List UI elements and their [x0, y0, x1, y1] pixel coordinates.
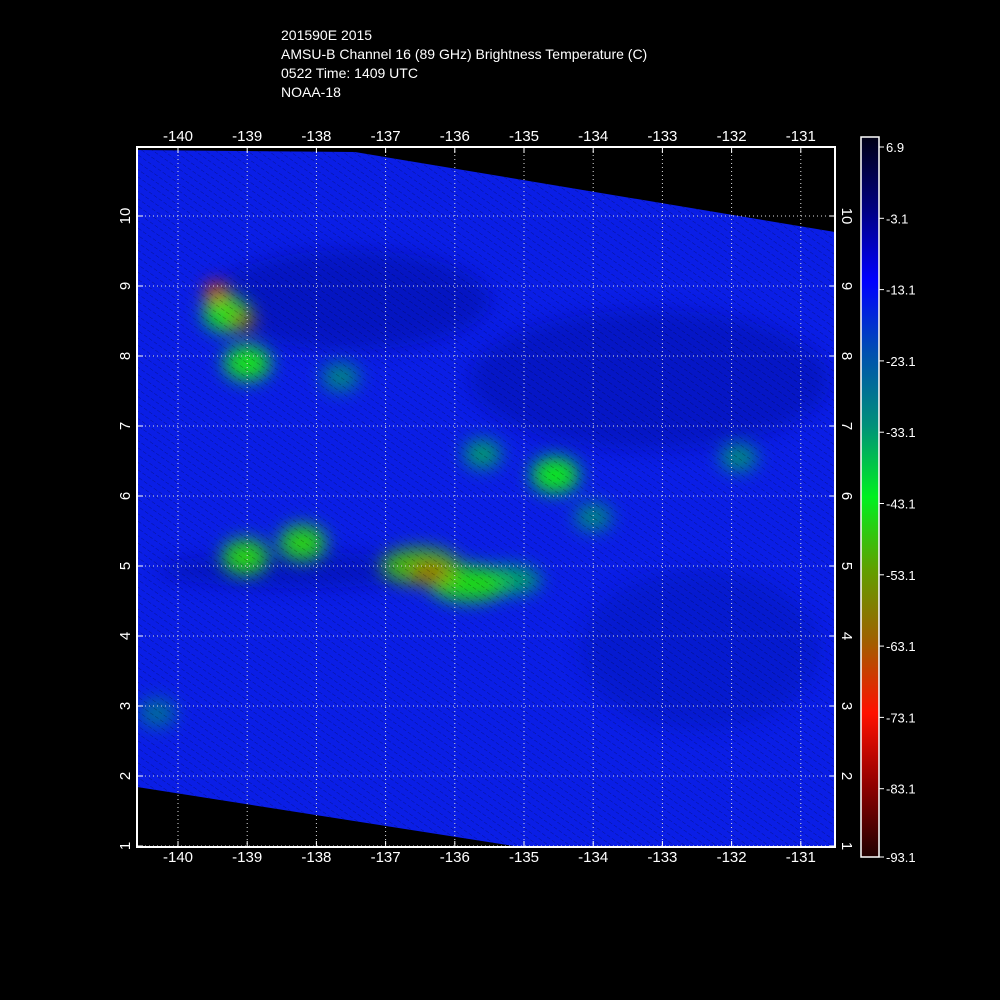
lon-tick-label-bottom: -132	[717, 849, 747, 866]
lat-tick-label-right: 6	[838, 492, 855, 500]
colorbar-label: -53.1	[886, 568, 916, 583]
lat-tick-label-right: 2	[838, 772, 855, 780]
colorbar-label: -23.1	[886, 354, 916, 369]
lat-tick-label-left: 9	[117, 282, 134, 290]
lon-tick-label-top: -137	[371, 128, 401, 145]
lat-tick-label-right: 9	[838, 282, 855, 290]
colorbar-label: 6.9	[886, 140, 904, 155]
colorbar-label: -43.1	[886, 497, 916, 512]
lon-tick-label-top: -136	[440, 128, 470, 145]
lat-tick-label-left: 5	[117, 562, 134, 570]
lat-tick-label-left: 7	[117, 422, 134, 430]
lon-tick-label-bottom: -134	[578, 849, 608, 866]
colorbar-label: -3.1	[886, 211, 908, 226]
lat-tick-label-right: 10	[838, 208, 855, 225]
lon-tick-label-bottom: -137	[371, 849, 401, 866]
lon-tick-label-bottom: -133	[647, 849, 677, 866]
lat-tick-label-left: 4	[117, 632, 134, 640]
lon-tick-label-top: -140	[163, 128, 193, 145]
lat-tick-label-right: 8	[838, 352, 855, 360]
lat-tick-label-left: 2	[117, 772, 134, 780]
brightness-temperature-map: -140 -140 -139 -139 -138 -138 -137 -137 -136 -136…	[117, 128, 916, 866]
lat-tick-label-left: 10	[117, 208, 134, 225]
lon-tick-label-top: -134	[578, 128, 608, 145]
lon-tick-label-bottom: -135	[509, 849, 539, 866]
lat-tick-label-left: 6	[117, 492, 134, 500]
lon-tick-label-top: -131	[786, 128, 816, 145]
lon-tick-label-top: -133	[647, 128, 677, 145]
lat-tick-label-right: 1	[838, 842, 855, 850]
lon-tick-label-top: -132	[717, 128, 747, 145]
lon-tick-label-bottom: -131	[786, 849, 816, 866]
lon-tick-label-bottom: -140	[163, 849, 193, 866]
satellite-swath	[137, 150, 835, 847]
lon-tick-label-top: -138	[301, 128, 331, 145]
lat-tick-label-right: 5	[838, 562, 855, 570]
colorbar-label: -73.1	[886, 710, 916, 725]
lat-tick-label-right: 4	[838, 632, 855, 640]
lon-tick-label-top: -139	[232, 128, 262, 145]
colorbar-label: -13.1	[886, 283, 916, 298]
lat-tick-label-left: 8	[117, 352, 134, 360]
colorbar-label: -93.1	[886, 850, 916, 865]
lon-tick-label-bottom: -136	[440, 849, 470, 866]
lat-tick-label-left: 3	[117, 702, 134, 710]
lat-tick-label-right: 7	[838, 422, 855, 430]
lon-tick-label-bottom: -139	[232, 849, 262, 866]
colorbar-label: -33.1	[886, 425, 916, 440]
lat-tick-label-right: 3	[838, 702, 855, 710]
colorbar	[860, 136, 880, 858]
colorbar-label: -63.1	[886, 639, 916, 654]
lon-tick-label-top: -135	[509, 128, 539, 145]
lat-tick-label-left: 1	[117, 842, 134, 850]
lon-tick-label-bottom: -138	[301, 849, 331, 866]
colorbar-label: -83.1	[886, 782, 916, 797]
